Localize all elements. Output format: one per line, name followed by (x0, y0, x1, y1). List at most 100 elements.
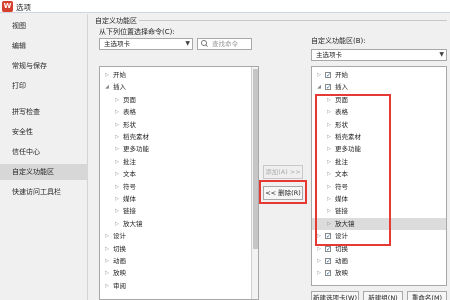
expand-arrow-icon[interactable]: ▷ (326, 193, 332, 205)
group-row[interactable]: ▷ 链接 (312, 205, 446, 217)
collapse-arrow-icon[interactable]: ◢ (316, 81, 322, 93)
expand-arrow-icon[interactable]: ▷ (104, 243, 110, 255)
sidebar-item-print[interactable]: 打印 (0, 78, 88, 94)
expand-arrow-icon[interactable]: ▷ (326, 143, 332, 155)
expand-arrow-icon[interactable]: ▷ (114, 94, 120, 106)
group-row[interactable]: ▷ 稻壳素材 (312, 131, 446, 143)
group-row[interactable]: ▷ 页面 (100, 94, 250, 106)
new-tab-button[interactable]: 新建选项卡(W) (311, 291, 359, 300)
expand-arrow-icon[interactable]: ▷ (114, 181, 120, 193)
group-row[interactable]: ▷ 放大镜 (312, 217, 446, 230)
group-row[interactable]: ▷ 更多功能 (312, 143, 446, 155)
tab-checkbox[interactable] (325, 231, 331, 243)
customize-ribbon-dropdown[interactable]: 主选项卡 ▼ (311, 49, 447, 61)
choose-commands-label: 从下列位置选择命令(C): (99, 28, 175, 36)
expand-arrow-icon[interactable]: ▷ (326, 131, 332, 143)
group-row[interactable]: ▷ 媒体 (312, 193, 446, 205)
expand-arrow-icon[interactable]: ▷ (104, 267, 110, 279)
sidebar-item-security[interactable]: 安全性 (0, 124, 88, 140)
group-row[interactable]: ▷ 表格 (312, 106, 446, 118)
tab-row[interactable]: ▷放映 (312, 267, 446, 280)
expand-arrow-icon[interactable]: ▷ (326, 205, 332, 217)
tab-row[interactable]: ▷放映 (100, 267, 250, 279)
expand-arrow-icon[interactable]: ▷ (114, 193, 120, 205)
group-row[interactable]: ▷ 链接 (100, 205, 250, 217)
expand-arrow-icon[interactable]: ▷ (326, 181, 332, 193)
group-row[interactable]: ▷ 媒体 (100, 193, 250, 205)
expand-arrow-icon[interactable]: ▷ (114, 131, 120, 143)
add-button[interactable]: 添加(A) >> (263, 165, 303, 179)
expand-arrow-icon[interactable]: ▷ (114, 119, 120, 131)
expand-arrow-icon[interactable]: ▷ (114, 218, 120, 230)
expand-arrow-icon[interactable]: ▷ (114, 168, 120, 180)
tab-row[interactable]: ◢插入 (100, 81, 250, 93)
expand-arrow-icon[interactable]: ▷ (114, 205, 120, 217)
row-label: 批注 (335, 157, 348, 166)
expand-arrow-icon[interactable]: ▷ (104, 255, 110, 267)
new-group-button[interactable]: 新建组(N) (363, 291, 403, 300)
tab-row[interactable]: ◢插入 (312, 81, 446, 94)
expand-arrow-icon[interactable]: ▷ (114, 156, 120, 168)
expand-arrow-icon[interactable]: ▷ (326, 156, 332, 168)
group-row[interactable]: ▷ 文本 (312, 168, 446, 180)
expand-arrow-icon[interactable]: ▷ (316, 255, 322, 267)
remove-button[interactable]: << 删除(R) (263, 186, 303, 200)
available-commands-list[interactable]: ▷ 开始 ◢ 插入 ▷ 页面 ▷ 表格 ▷ 形状 ▷ 稻壳素材 ▷ 更多功能 ▷ 批注 ▷ 文本 ▷ 符号 ▷ 媒体 ▷ 链接… (99, 66, 259, 300)
scrollbar-thumb[interactable] (253, 69, 258, 249)
expand-arrow-icon[interactable]: ▷ (104, 69, 110, 81)
tab-checkbox[interactable] (325, 82, 331, 94)
tab-row[interactable]: ▷开始 (312, 69, 446, 82)
expand-arrow-icon[interactable]: ▷ (326, 119, 332, 131)
group-row[interactable]: ▷ 形状 (312, 119, 446, 131)
expand-arrow-icon[interactable]: ▷ (326, 106, 332, 118)
sidebar-item-view[interactable]: 视图 (0, 18, 88, 34)
group-row[interactable]: ▷ 符号 (312, 181, 446, 193)
group-row[interactable]: ▷ 批注 (100, 156, 250, 168)
rename-button[interactable]: 重命名(M) (407, 291, 447, 300)
sidebar-item-general-save[interactable]: 常规与保存 (0, 58, 88, 74)
tab-checkbox[interactable] (325, 70, 331, 82)
tab-row[interactable]: ▷切换 (100, 243, 250, 255)
group-row[interactable]: ▷ 形状 (100, 119, 250, 131)
group-row[interactable]: ▷ 批注 (312, 156, 446, 168)
search-input[interactable]: 查找命令 (197, 38, 252, 50)
left-list-scrollbar[interactable] (251, 67, 258, 299)
tab-checkbox[interactable] (325, 268, 331, 280)
sidebar-item-quick-access-toolbar[interactable]: 快速访问工具栏 (0, 184, 88, 200)
group-row[interactable]: ▷ 表格 (100, 106, 250, 118)
group-row[interactable]: ▷ 更多功能 (100, 143, 250, 155)
sidebar-item-trust-center[interactable]: 信任中心 (0, 144, 88, 160)
expand-arrow-icon[interactable]: ▷ (316, 267, 322, 279)
tab-row[interactable]: ▷动画 (312, 255, 446, 268)
expand-arrow-icon[interactable]: ▷ (114, 106, 120, 118)
tab-row[interactable]: ▷设计 (100, 230, 250, 242)
tab-checkbox[interactable] (325, 244, 331, 256)
group-row[interactable]: ▷ 文本 (100, 168, 250, 180)
tab-row[interactable]: ▷ 审阅 (100, 280, 250, 292)
expand-arrow-icon[interactable]: ▷ (316, 230, 322, 242)
tab-checkbox[interactable] (325, 256, 331, 268)
choose-commands-dropdown[interactable]: 主选项卡 ▼ (99, 38, 193, 50)
expand-arrow-icon[interactable]: ▷ (326, 168, 332, 180)
expand-arrow-icon[interactable]: ▷ (316, 243, 322, 255)
expand-arrow-icon[interactable]: ▷ (104, 280, 110, 292)
sidebar-item-customize-ribbon[interactable]: 自定义功能区 (0, 164, 88, 180)
tab-row[interactable]: ▷开始 (100, 69, 250, 81)
tab-row[interactable]: ▷设计 (312, 230, 446, 243)
group-row[interactable]: ▷ 页面 (312, 94, 446, 106)
sidebar-item-spell-check[interactable]: 拼写检查 (0, 104, 88, 120)
tab-row[interactable]: ▷动画 (100, 255, 250, 267)
expand-arrow-icon[interactable]: ▷ (316, 69, 322, 81)
sidebar-item-edit[interactable]: 编辑 (0, 38, 88, 54)
group-row[interactable]: ▷ 稻壳素材 (100, 131, 250, 143)
group-row[interactable]: ▷ 符号 (100, 181, 250, 193)
expand-arrow-icon[interactable]: ▷ (326, 218, 332, 230)
collapse-arrow-icon[interactable]: ◢ (104, 81, 110, 93)
expand-arrow-icon[interactable]: ▷ (104, 230, 110, 242)
expand-arrow-icon[interactable]: ▷ (114, 143, 120, 155)
row-label: 链接 (123, 207, 136, 216)
group-row[interactable]: ▷ 放大镜 (100, 218, 250, 230)
expand-arrow-icon[interactable]: ▷ (326, 94, 332, 106)
tab-row[interactable]: ▷切换 (312, 243, 446, 256)
ribbon-tabs-list[interactable]: ▷开始◢插入▷页面▷表格▷形状▷稻壳素材▷更多功能▷批注▷文本▷符号▷媒体▷链接… (311, 66, 447, 286)
